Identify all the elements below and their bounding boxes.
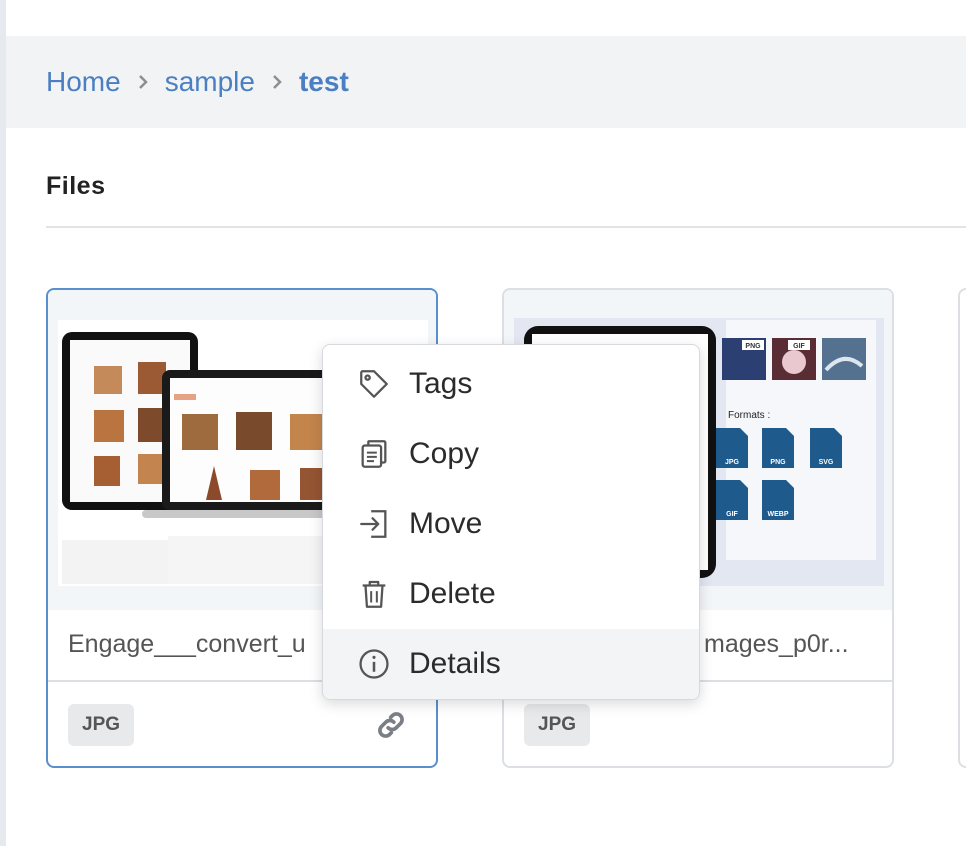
menu-item-copy[interactable]: Copy (323, 419, 699, 489)
format-label: SVG (819, 459, 834, 466)
link-icon[interactable] (374, 708, 408, 742)
menu-item-label: Details (409, 647, 501, 680)
context-menu: Tags Copy Move Delete Details (322, 344, 700, 700)
menu-item-details[interactable]: Details (323, 629, 699, 699)
move-icon (360, 510, 387, 538)
breadcrumb-current: test (298, 66, 349, 97)
menu-item-label: Copy (409, 437, 480, 470)
menu-item-label: Tags (409, 367, 473, 400)
menu-item-delete[interactable]: Delete (323, 559, 699, 629)
chevron-right-icon (255, 73, 299, 91)
tile-label: GIF (793, 343, 805, 350)
menu-item-move[interactable]: Move (323, 489, 699, 559)
trash-icon (362, 580, 386, 608)
breadcrumb: Home sample test (6, 36, 966, 128)
tag-icon (360, 370, 388, 398)
file-name[interactable]: Engage___convert_u (68, 630, 306, 659)
file-type-badge: JPG (524, 704, 591, 746)
menu-item-label: Move (409, 507, 483, 540)
formats-title: Formats : (728, 410, 770, 421)
menu-item-tags[interactable]: Tags (323, 349, 699, 419)
file-name[interactable]: mages_p0r... (704, 630, 849, 659)
file-card-partial[interactable] (958, 288, 966, 768)
section-divider (46, 226, 966, 228)
breadcrumb-sample[interactable]: sample (165, 66, 255, 98)
format-label: GIF (726, 511, 738, 518)
tile-label: PNG (745, 343, 761, 350)
breadcrumb-home[interactable]: Home (46, 66, 121, 98)
format-label: PNG (770, 459, 786, 466)
format-label: WEBP (768, 511, 789, 518)
chevron-right-icon (121, 73, 165, 91)
format-label: JPG (725, 459, 740, 466)
copy-icon (361, 440, 387, 468)
section-title: Files (46, 172, 106, 200)
menu-item-label: Delete (409, 577, 496, 610)
info-icon (359, 649, 389, 679)
file-type-badge: JPG (68, 704, 135, 746)
